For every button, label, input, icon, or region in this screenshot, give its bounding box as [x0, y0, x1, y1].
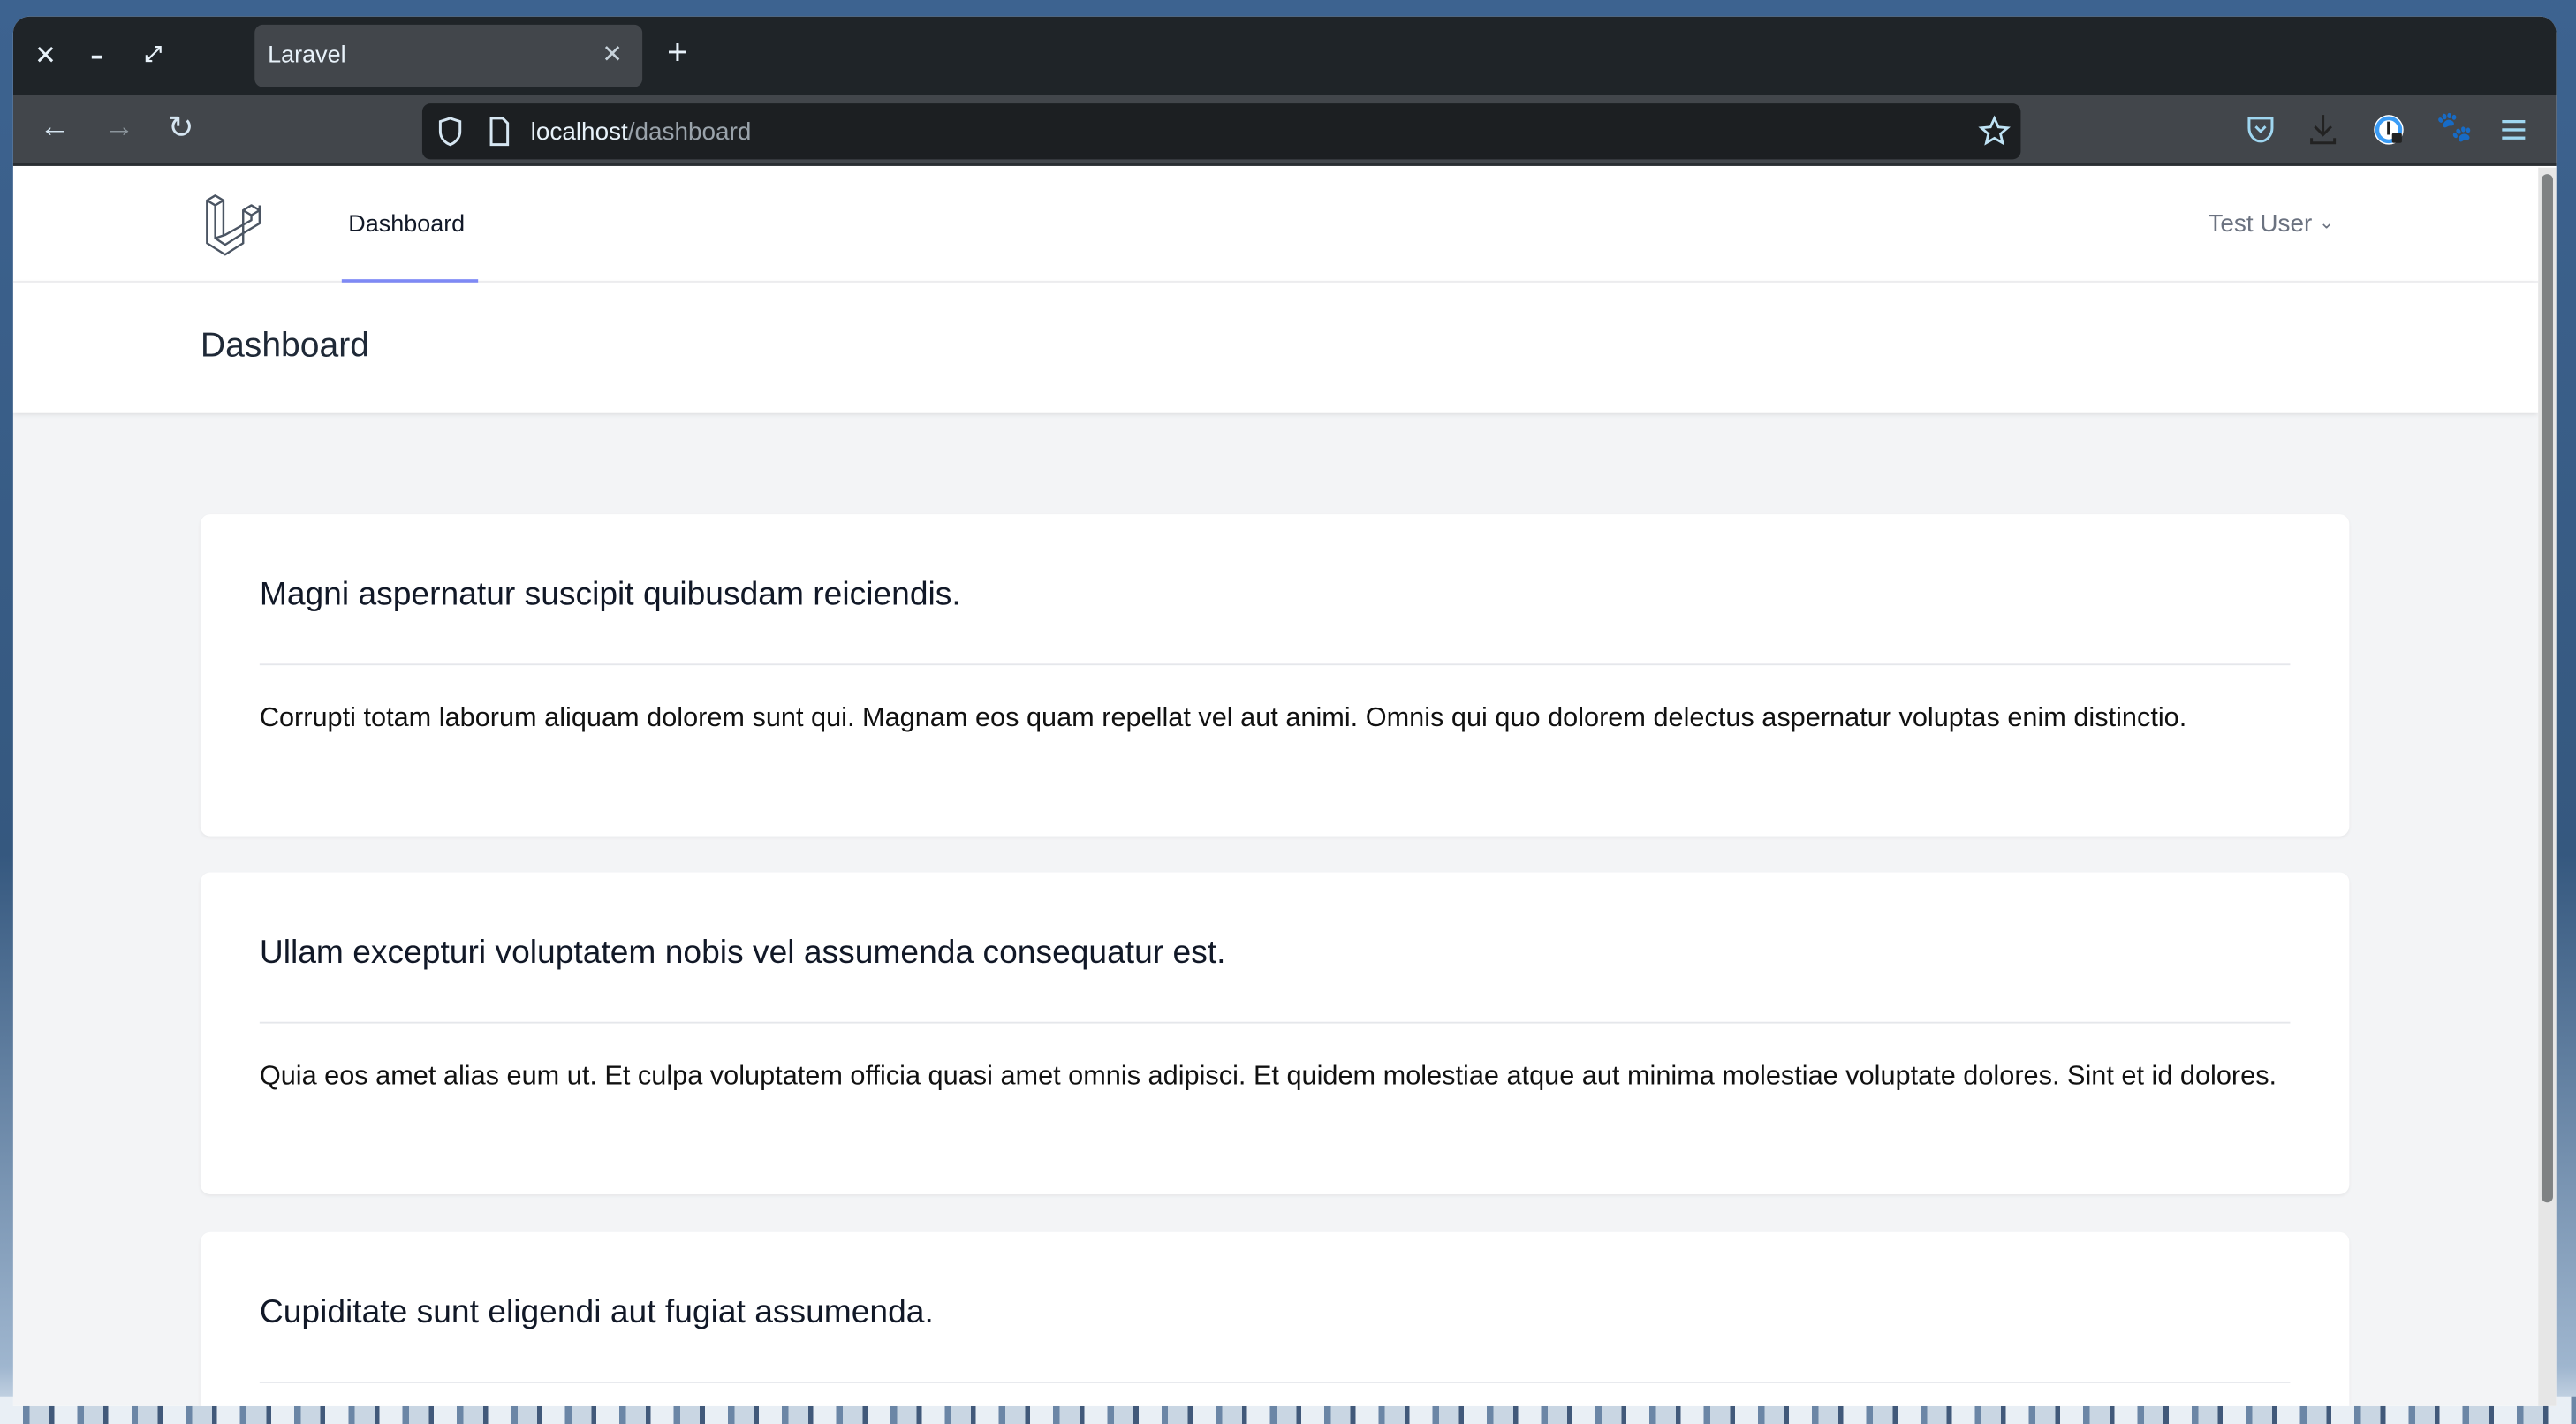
- divider: [259, 663, 2291, 666]
- laravel-logo-icon[interactable]: [204, 193, 273, 258]
- navigation-toolbar: ← → ↻ localhost/dashboard 🐾: [12, 95, 2557, 166]
- chevron-down-icon: ⌄: [2319, 213, 2335, 234]
- browser-window: ✕ – ⤢ Laravel ✕ + ← → ↻ localhost/dashbo…: [12, 16, 2557, 1406]
- scrollbar-thumb[interactable]: [2541, 174, 2553, 1203]
- minimize-window-icon[interactable]: –: [90, 40, 103, 71]
- close-window-icon[interactable]: ✕: [34, 40, 57, 71]
- divider: [259, 1021, 2291, 1024]
- post-body: Quia eos amet alias eum ut. Et culpa vol…: [259, 1061, 2277, 1091]
- tab-bar: ✕ – ⤢ Laravel ✕ +: [12, 16, 2557, 95]
- web-page: Dashboard Test User ⌄ Dashboard Magni as…: [12, 167, 2539, 1406]
- divider: [259, 1382, 2291, 1383]
- page-header: Dashboard: [12, 282, 2539, 413]
- post-body: Corrupti totam laborum aliquam dolorem s…: [259, 702, 2187, 733]
- post-title: Magni aspernatur suscipit quibusdam reic…: [259, 576, 961, 613]
- nav-link-label: Dashboard: [348, 211, 466, 239]
- tab-title: Laravel: [268, 42, 346, 70]
- address-bar[interactable]: localhost/dashboard: [421, 103, 2021, 160]
- post-title: Ullam excepturi voluptatem nobis vel ass…: [259, 935, 1226, 972]
- menu-icon[interactable]: [2500, 118, 2527, 141]
- new-tab-icon[interactable]: +: [667, 31, 688, 73]
- downloads-icon[interactable]: [2308, 113, 2337, 146]
- gnome-extension-icon[interactable]: 🐾: [2436, 110, 2474, 145]
- close-tab-icon[interactable]: ✕: [602, 40, 622, 69]
- url-host: localhost: [530, 117, 628, 147]
- shield-icon[interactable]: [437, 117, 464, 147]
- post-card: Cupiditate sunt eligendi aut fugiat assu…: [200, 1231, 2350, 1406]
- user-name: Test User: [2208, 210, 2313, 239]
- top-navigation: Dashboard Test User ⌄: [12, 167, 2539, 283]
- bookmark-star-icon[interactable]: [1978, 115, 2011, 148]
- reload-icon[interactable]: ↻: [168, 110, 194, 148]
- page-title: Dashboard: [200, 327, 369, 365]
- user-menu-dropdown[interactable]: Test User ⌄: [2208, 210, 2334, 239]
- maximize-window-icon[interactable]: ⤢: [145, 42, 162, 67]
- tab-laravel[interactable]: Laravel ✕: [254, 24, 643, 87]
- url-path: /dashboard: [627, 117, 752, 147]
- post-card: Magni aspernatur suscipit quibusdam reic…: [200, 514, 2350, 837]
- nav-link-dashboard[interactable]: Dashboard: [341, 168, 479, 283]
- pocket-icon[interactable]: [2246, 115, 2275, 144]
- post-title: Cupiditate sunt eligendi aut fugiat assu…: [259, 1294, 934, 1331]
- page-icon: [489, 117, 510, 147]
- forward-icon[interactable]: →: [103, 110, 134, 147]
- page-scrollbar[interactable]: [2538, 167, 2557, 1406]
- url-text[interactable]: localhost/dashboard: [531, 118, 752, 147]
- password-manager-extension-icon[interactable]: [2372, 113, 2405, 146]
- post-card: Ullam excepturi voluptatem nobis vel ass…: [200, 872, 2350, 1195]
- back-icon[interactable]: ←: [40, 110, 71, 147]
